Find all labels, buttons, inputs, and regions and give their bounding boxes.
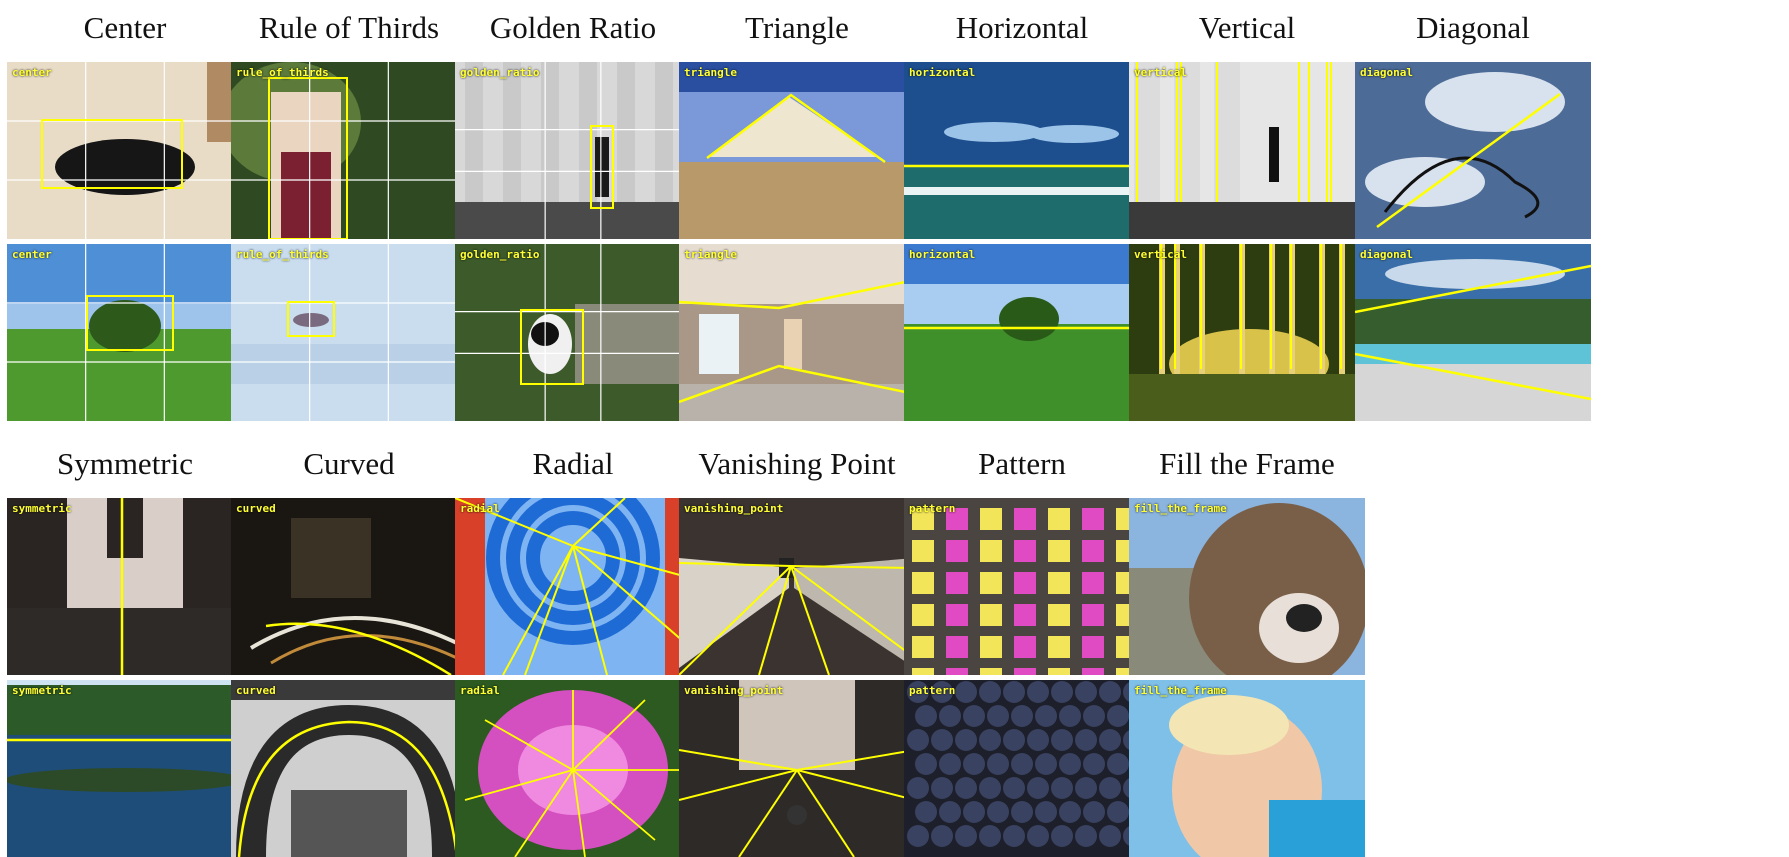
composition-label-tag: triangle: [684, 248, 737, 261]
lone-tree-field-photo: [7, 244, 243, 421]
forest-sunlight-photo: [1129, 244, 1365, 421]
cat-on-rug-photo: [7, 62, 243, 239]
composition-label-tag: pattern: [909, 502, 956, 515]
composition-label-tag: rule_of_thirds: [236, 248, 329, 261]
column-title-radial: Radial: [532, 446, 614, 481]
example-image-vertical: vertical: [1129, 62, 1365, 239]
column-title-vanishing-point: Vanishing Point: [698, 446, 896, 481]
composition-label-tag: triangle: [684, 66, 737, 79]
example-image-symmetric: symmetric: [7, 680, 243, 857]
column-title-curved: Curved: [303, 446, 395, 481]
composition-label-tag: fill_the_frame: [1134, 502, 1227, 515]
lake-reflection-photo: [7, 680, 243, 857]
tunnel-cyclist-photo: [679, 498, 915, 675]
column-title-vertical: Vertical: [1198, 10, 1296, 45]
column-title-symmetric: Symmetric: [56, 446, 194, 481]
composition-label-tag: center: [12, 248, 52, 261]
composition-label-tag: symmetric: [12, 502, 72, 515]
columns-street-photo: [1129, 62, 1365, 239]
composition-label-tag: curved: [236, 502, 276, 515]
example-image-center: center: [7, 244, 243, 421]
bridge-perspective-photo: [679, 680, 915, 857]
blueberries-photo: [904, 680, 1140, 857]
column-title-rule-of-thirds: Rule of Thirds: [258, 10, 440, 45]
composition-label-tag: horizontal: [909, 66, 976, 79]
example-image-curved: curved: [231, 498, 467, 675]
smiling-baby-photo: [1129, 680, 1365, 857]
composition-label-tag: diagonal: [1360, 248, 1413, 261]
example-image-center: center: [7, 62, 243, 239]
composition-label-tag: radial: [460, 684, 500, 697]
composition-label-tag: center: [12, 66, 52, 79]
column-title-triangle: Triangle: [745, 10, 849, 45]
panda-photo: [455, 244, 691, 421]
composition-label-tag: golden_ratio: [460, 248, 540, 261]
composition-examples-grid: Center center center Rule of Thirds rule_of_…: [0, 0, 1789, 857]
example-image-triangle: triangle: [679, 244, 915, 421]
column-title-pattern: Pattern: [978, 446, 1066, 481]
composition-label-tag: pattern: [909, 684, 956, 697]
airplane-in-sky-photo: [231, 244, 467, 421]
mountain-river-photo: [1355, 244, 1591, 421]
composition-label-tag: symmetric: [12, 684, 72, 697]
example-image-golden-ratio: golden_ratio: [455, 244, 691, 421]
example-image-vertical: vertical: [1129, 244, 1365, 421]
example-image-pattern: pattern: [904, 680, 1140, 857]
bird-sculpture-sky-photo: [1355, 62, 1591, 239]
column-title-center: Center: [83, 10, 167, 45]
composition-label-tag: vanishing_point: [684, 502, 784, 515]
example-image-rule-of-thirds: rule_of_thirds: [231, 62, 467, 239]
composition-label-tag: vertical: [1134, 66, 1187, 79]
example-image-golden-ratio: golden_ratio: [455, 62, 691, 239]
example-image-pattern: pattern: [904, 498, 1140, 675]
column-title-golden-ratio: Golden Ratio: [489, 10, 657, 45]
example-image-triangle: triangle: [679, 62, 915, 239]
colonnade-walker-photo: [455, 62, 691, 239]
example-image-horizontal: horizontal: [904, 244, 1140, 421]
composition-label-tag: vertical: [1134, 248, 1187, 261]
composition-label-tag: diagonal: [1360, 66, 1413, 79]
example-image-radial: radial: [455, 498, 691, 675]
empty-room-photo: [679, 244, 915, 421]
bridge-walkway-photo: [7, 498, 243, 675]
column-title-fill-the-frame: Fill the Frame: [1159, 446, 1335, 481]
blue-metal-spiral-photo: [455, 498, 691, 675]
example-image-rule-of-thirds: rule_of_thirds: [231, 244, 467, 421]
example-image-horizontal: horizontal: [904, 62, 1140, 239]
composition-label-tag: rule_of_thirds: [236, 66, 329, 79]
example-image-vanishing-point: vanishing_point: [679, 498, 915, 675]
composition-label-tag: radial: [460, 502, 500, 515]
example-image-fill-the-frame: fill_the_frame: [1129, 680, 1365, 857]
example-image-radial: radial: [455, 680, 691, 857]
woman-in-garden-photo: [231, 62, 467, 239]
dog-face-photo: [1129, 498, 1365, 675]
composition-label-tag: horizontal: [909, 248, 976, 261]
arched-doorway-photo: [231, 680, 467, 857]
composition-label-tag: vanishing_point: [684, 684, 784, 697]
example-image-symmetric: symmetric: [7, 498, 243, 675]
love-locks-fence-photo: [904, 498, 1140, 675]
composition-label-tag: golden_ratio: [460, 66, 540, 79]
composition-label-tag: curved: [236, 684, 276, 697]
example-image-fill-the-frame: fill_the_frame: [1129, 498, 1365, 675]
pink-dahlia-photo: [455, 680, 691, 857]
composition-label-tag: fill_the_frame: [1134, 684, 1227, 697]
gabled-building-photo: [679, 62, 915, 239]
column-title-horizontal: Horizontal: [955, 10, 1089, 45]
sea-horizon-photo: [904, 62, 1140, 239]
example-image-vanishing-point: vanishing_point: [679, 680, 915, 857]
example-image-diagonal: diagonal: [1355, 62, 1591, 239]
column-title-diagonal: Diagonal: [1416, 10, 1530, 45]
example-image-curved: curved: [231, 680, 467, 857]
example-image-diagonal: diagonal: [1355, 244, 1591, 421]
tree-on-horizon-photo: [904, 244, 1140, 421]
night-traffic-trails-photo: [231, 498, 467, 675]
